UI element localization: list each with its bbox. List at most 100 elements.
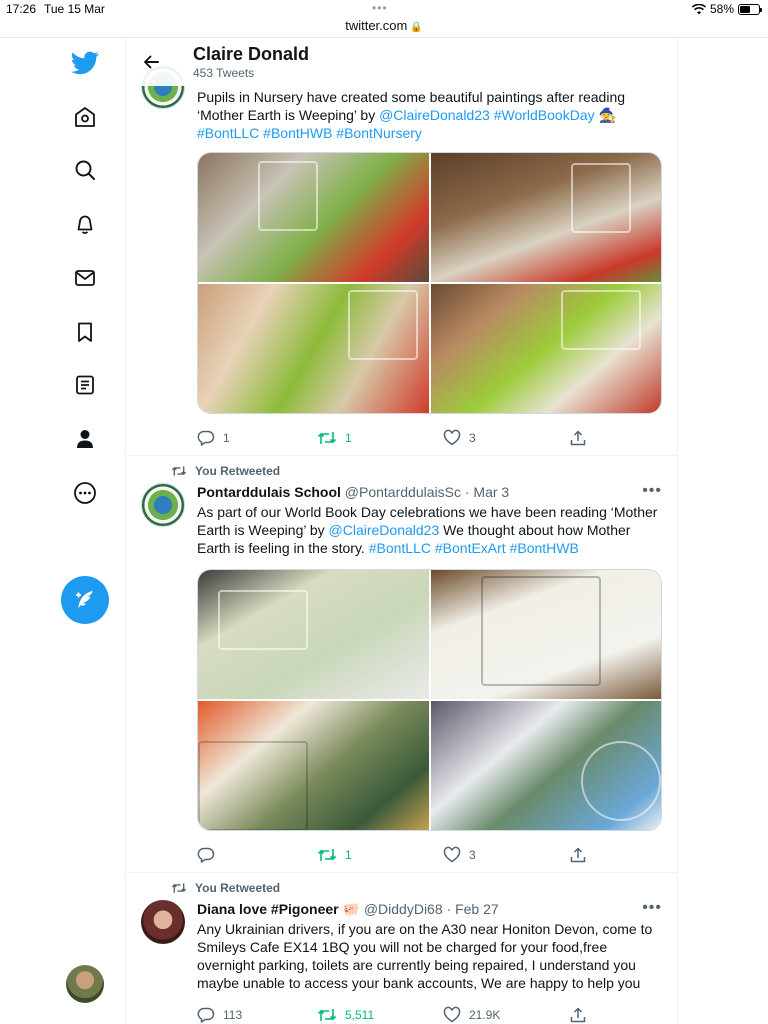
tweet-media-grid[interactable] [197, 569, 662, 831]
tweet-actions: 1 3 [197, 846, 637, 866]
retweet-label: You Retweeted [195, 881, 281, 895]
tweet-avatar[interactable] [141, 900, 185, 944]
like-button[interactable]: 21.9K [443, 1006, 500, 1024]
tweet-media-grid[interactable] [197, 152, 662, 414]
reply-button[interactable] [197, 846, 223, 864]
emoji-icon: 🧙 [598, 107, 616, 123]
reply-icon [197, 847, 215, 863]
retweet-count: 5,511 [345, 1008, 375, 1022]
tweet-photo[interactable] [430, 284, 661, 413]
separator-dot: · [446, 901, 452, 917]
lists-icon[interactable] [70, 370, 100, 400]
browser-url-bar[interactable]: ••• twitter.com 🔒 [0, 0, 768, 38]
share-icon [570, 1007, 586, 1023]
hashtag-link[interactable]: #BontLLC #BontExArt #BontHWB [369, 540, 579, 556]
author-name[interactable]: Pontarddulais School [197, 484, 341, 500]
retweet-icon [317, 1009, 337, 1021]
retweet-button[interactable]: 5,511 [317, 1006, 374, 1024]
reply-button[interactable]: 113 [197, 1006, 242, 1024]
retweet-label: You Retweeted [195, 464, 281, 478]
main-timeline: Claire Donald 453 Tweets Pupils in Nurse… [127, 38, 678, 1024]
separator-dot: · [464, 484, 470, 500]
compose-icon [76, 591, 93, 608]
retweet-indicator: You Retweeted [171, 881, 280, 895]
reply-icon [197, 430, 215, 446]
retweet-icon [171, 466, 187, 476]
tweet-photo[interactable] [198, 701, 429, 830]
retweet-count: 1 [345, 848, 352, 862]
tweet-meta: Pontarddulais School @PontarddulaisSc · … [197, 484, 509, 500]
retweet-icon [317, 849, 337, 861]
lock-icon: 🔒 [410, 22, 423, 33]
compose-tweet-button[interactable] [61, 576, 109, 624]
tweet-3[interactable]: You Retweeted Diana love #Pigoneer 🐖 @Di… [127, 873, 677, 1024]
tweet-photo[interactable] [430, 153, 661, 282]
retweet-button[interactable]: 1 [317, 846, 352, 864]
share-button[interactable] [569, 429, 587, 447]
like-count: 3 [469, 431, 476, 445]
tweet-date[interactable]: Mar 3 [473, 484, 509, 500]
reply-icon [197, 1007, 215, 1023]
share-button[interactable] [569, 1006, 587, 1024]
account-avatar[interactable] [66, 965, 104, 1003]
tweet-more-icon[interactable]: ••• [642, 899, 662, 917]
author-handle[interactable]: @PontarddulaisSc [345, 484, 461, 500]
share-button[interactable] [569, 846, 587, 864]
home-icon[interactable] [70, 102, 100, 132]
tweet-meta: Diana love #Pigoneer 🐖 @DiddyDi68 · Feb … [197, 901, 499, 918]
profile-name: Claire Donald [193, 44, 310, 64]
tweet-count: 453 Tweets [193, 66, 255, 80]
pig-emoji-icon: 🐖 [342, 901, 360, 917]
reply-count: 113 [223, 1008, 243, 1022]
heart-icon [443, 429, 461, 446]
heart-icon [443, 846, 461, 863]
more-icon[interactable] [70, 478, 100, 508]
like-count: 21.9K [469, 1008, 501, 1022]
reply-button[interactable]: 1 [197, 429, 230, 447]
mention-link[interactable]: @ClaireDonald23 [379, 107, 490, 123]
url-domain: twitter.com [345, 18, 408, 33]
back-button[interactable] [141, 52, 161, 77]
retweet-icon [171, 883, 187, 893]
retweet-indicator: You Retweeted [171, 464, 280, 478]
sidebar-nav [0, 38, 126, 1024]
share-icon [570, 847, 586, 863]
reply-count: 1 [223, 431, 230, 445]
back-arrow-icon [144, 55, 159, 69]
tweet-text: As part of our World Book Day celebratio… [197, 503, 667, 557]
notifications-icon[interactable] [70, 209, 100, 239]
tweet-1[interactable]: Pupils in Nursery have created some beau… [127, 38, 677, 456]
author-handle[interactable]: @DiddyDi68 [364, 901, 443, 917]
messages-icon[interactable] [70, 263, 100, 293]
tweet-photo[interactable] [430, 701, 661, 830]
author-name[interactable]: Diana love #Pigoneer [197, 901, 339, 917]
tweet-photo[interactable] [198, 284, 429, 413]
tweet-avatar[interactable] [141, 483, 185, 527]
tab-menu-icon[interactable]: ••• [372, 2, 388, 14]
tweet-text: Any Ukrainian drivers, if you are on the… [197, 921, 653, 991]
url-text[interactable]: twitter.com 🔒 [0, 18, 768, 33]
profile-icon[interactable] [70, 424, 100, 454]
tweet-actions: 1 1 3 [197, 429, 637, 449]
tweet-more-icon[interactable]: ••• [642, 482, 662, 500]
tweet-photo[interactable] [198, 570, 429, 699]
bookmarks-icon[interactable] [70, 317, 100, 347]
mention-link[interactable]: @ClaireDonald23 [329, 522, 440, 538]
hashtag-link[interactable]: #BontLLC #BontHWB #BontNursery [197, 125, 422, 141]
hashtag-link[interactable]: #WorldBookDay [490, 107, 599, 123]
tweet-text: Pupils in Nursery have created some beau… [197, 88, 667, 142]
tweet-2[interactable]: You Retweeted Pontarddulais School @Pont… [127, 456, 677, 873]
like-button[interactable]: 3 [443, 846, 476, 864]
tweet-photo[interactable] [198, 153, 429, 282]
share-icon [570, 430, 586, 446]
like-button[interactable]: 3 [443, 429, 476, 447]
retweet-button[interactable]: 1 [317, 429, 352, 447]
tweet-photo[interactable] [430, 570, 661, 699]
profile-header: Claire Donald 453 Tweets [127, 38, 677, 86]
tweet-date[interactable]: Feb 27 [455, 901, 499, 917]
tweet-actions: 113 5,511 21.9K [197, 1006, 637, 1024]
twitter-logo-icon[interactable] [70, 48, 100, 78]
retweet-count: 1 [345, 431, 352, 445]
heart-icon [443, 1006, 461, 1023]
explore-icon[interactable] [70, 155, 100, 185]
